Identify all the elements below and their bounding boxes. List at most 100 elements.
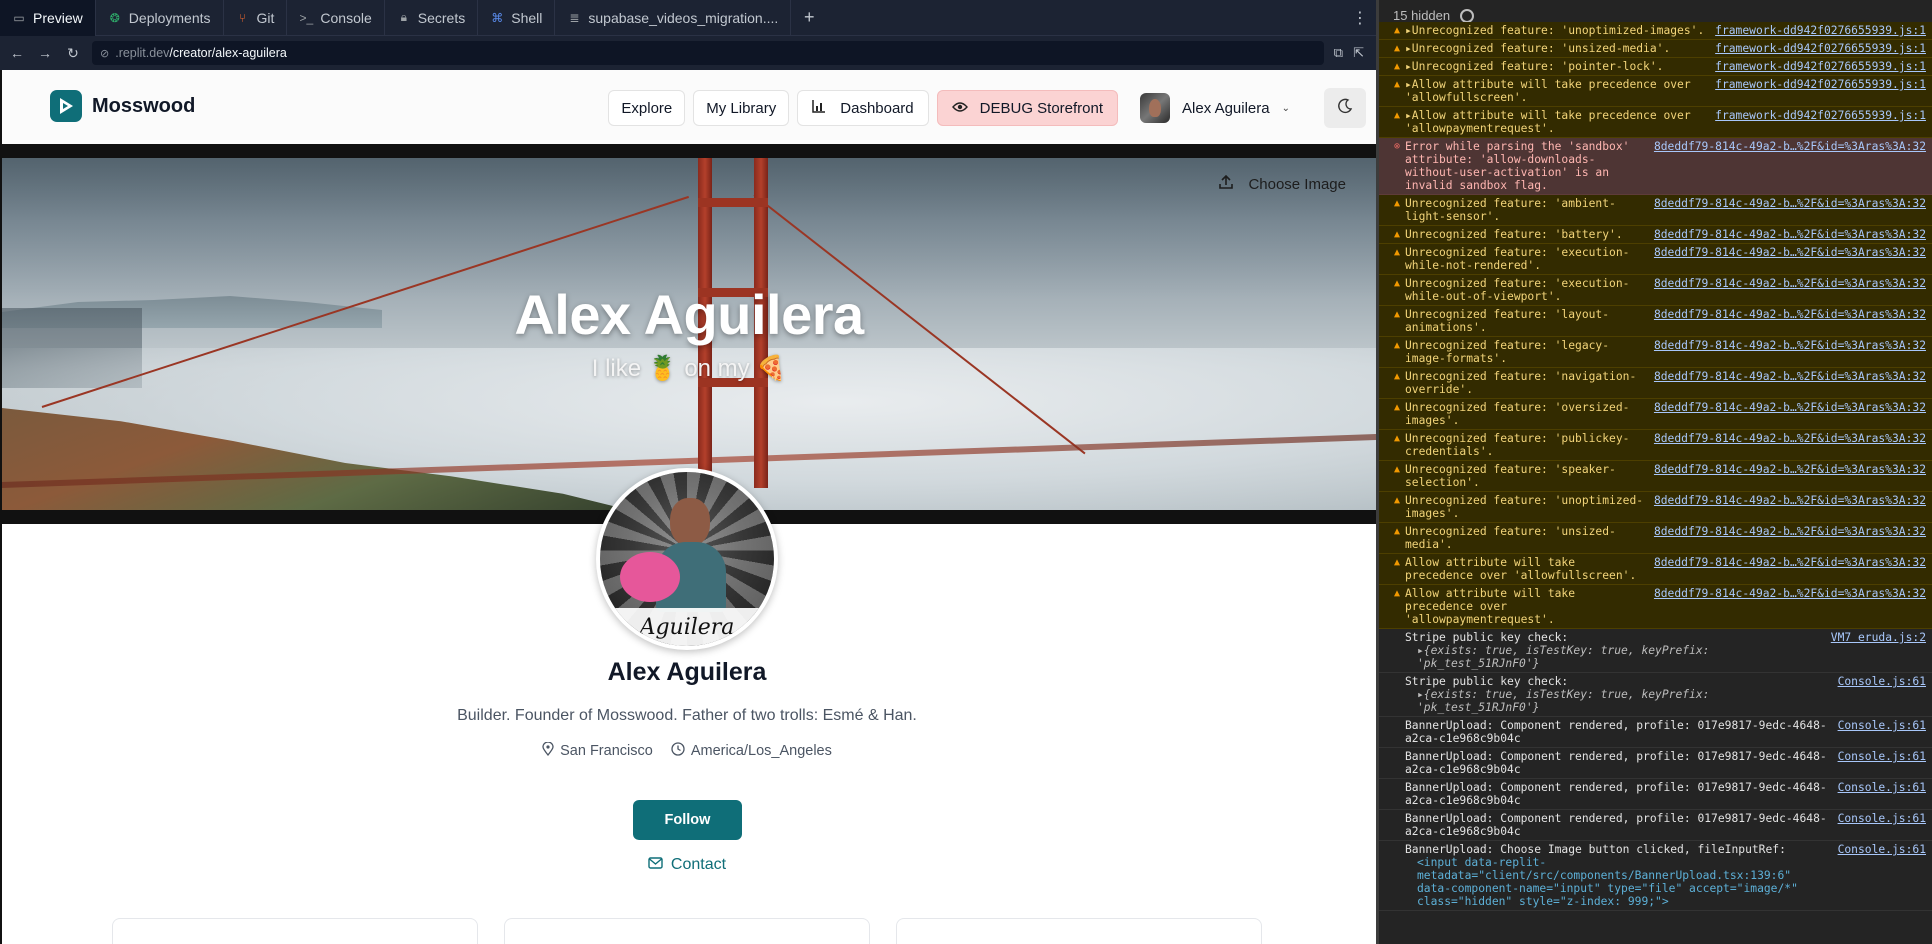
console-row-warn[interactable]: ▲ Unrecognized feature: 'unsized-media'. 8… (1379, 523, 1932, 554)
contact-link[interactable]: Contact (0, 856, 1374, 874)
add-tab-button[interactable]: + (791, 0, 827, 36)
avatar (1140, 93, 1171, 123)
more-options-icon[interactable]: ⋮ (1352, 0, 1368, 36)
devices-icon[interactable]: ⧉ (1334, 45, 1343, 61)
console-source-link[interactable]: 8deddf79-814c-49a2-b…%2F&id=%3Aras%3A:32 (1654, 277, 1926, 303)
follow-button[interactable]: Follow (633, 800, 742, 840)
console-source-link[interactable]: Console.js:61 (1838, 719, 1926, 745)
my-library-button[interactable]: My Library (693, 90, 790, 126)
console-source-link[interactable]: 8deddf79-814c-49a2-b…%2F&id=%3Aras%3A:32 (1654, 228, 1926, 241)
console-source-link[interactable]: 8deddf79-814c-49a2-b…%2F&id=%3Aras%3A:32 (1654, 494, 1926, 520)
console-row-warn[interactable]: ▲ ▸Allow attribute will take precedence o… (1379, 107, 1932, 138)
tab-preview[interactable]: ▭ Preview (0, 0, 96, 36)
content-card[interactable] (504, 918, 870, 944)
console-source-link[interactable]: 8deddf79-814c-49a2-b…%2F&id=%3Aras%3A:32 (1654, 339, 1926, 365)
console-row-log[interactable]: BannerUpload: Component rendered, profil… (1379, 810, 1932, 841)
console-object-preview[interactable]: ▸{exists: true, isTestKey: true, keyPref… (1405, 688, 1830, 714)
back-icon[interactable]: ← (8, 45, 26, 61)
user-menu[interactable]: Alex Aguilera ⌄ (1140, 90, 1300, 126)
console-row-warn[interactable]: ▲ Unrecognized feature: 'battery'. 8deddf7… (1379, 226, 1932, 244)
console-source-link[interactable]: 8deddf79-814c-49a2-b…%2F&id=%3Aras%3A:32 (1654, 370, 1926, 396)
explore-button[interactable]: Explore (608, 90, 686, 126)
reload-icon[interactable]: ↻ (64, 45, 82, 62)
console-row-warn[interactable]: ▲ ▸Unrecognized feature: 'unoptimized-ima… (1379, 22, 1932, 40)
console-source-link[interactable]: 8deddf79-814c-49a2-b…%2F&id=%3Aras%3A:32 (1654, 463, 1926, 489)
console-source-link[interactable]: 8deddf79-814c-49a2-b…%2F&id=%3Aras%3A:32 (1654, 587, 1926, 626)
open-new-tab-icon[interactable]: ⇱ (1353, 45, 1364, 61)
console-row-warn[interactable]: ▲ ▸Allow attribute will take precedence o… (1379, 76, 1932, 107)
console-row-log[interactable]: Stripe public key check: ▸{exists: true, … (1379, 673, 1932, 717)
eye-icon (951, 100, 968, 117)
tab-console[interactable]: >_ Console (287, 0, 385, 36)
console-object-preview[interactable]: ▸{exists: true, isTestKey: true, keyPref… (1405, 644, 1823, 670)
gear-icon[interactable] (1460, 8, 1475, 23)
console-source-link[interactable]: Console.js:61 (1838, 843, 1926, 908)
forward-icon[interactable]: → (36, 45, 54, 61)
console-source-link[interactable]: 8deddf79-814c-49a2-b…%2F&id=%3Aras%3A:32 (1654, 308, 1926, 334)
console-row-log[interactable]: BannerUpload: Component rendered, profil… (1379, 779, 1932, 810)
console-message: Unrecognized feature: 'legacy-image-form… (1405, 339, 1610, 365)
console-row-warn[interactable]: ▲ Unrecognized feature: 'navigation-overr… (1379, 368, 1932, 399)
console-row-warn[interactable]: ▲ Unrecognized feature: 'execution-while-… (1379, 275, 1932, 306)
console-message: ▸Unrecognized feature: 'unsized-media'. (1405, 42, 1671, 55)
tab-secrets[interactable]: 🔒︎ Secrets (385, 0, 479, 36)
content-card[interactable] (112, 918, 478, 944)
console-row-warn[interactable]: ▲ Allow attribute will take precedence ov… (1379, 554, 1932, 585)
console-message: BannerUpload: Component rendered, profil… (1405, 719, 1827, 745)
tab-file[interactable]: ≣ supabase_videos_migration.... (555, 0, 792, 36)
console-source-link[interactable]: 8deddf79-814c-49a2-b…%2F&id=%3Aras%3A:32 (1654, 140, 1926, 192)
console-source-link[interactable]: framework-dd942f0276655939.js:1 (1715, 109, 1926, 135)
url-input[interactable]: ⊘ .replit.dev/creator/alex-aguilera (92, 41, 1324, 65)
console-html-snippet[interactable]: <input data-replit-metadata="client/src/… (1405, 856, 1830, 908)
console-row-log[interactable]: BannerUpload: Component rendered, profil… (1379, 717, 1932, 748)
console-row-warn[interactable]: ▲ Unrecognized feature: 'oversized-images… (1379, 399, 1932, 430)
console-row-warn[interactable]: ▲ Unrecognized feature: 'publickey-creden… (1379, 430, 1932, 461)
console-message: Unrecognized feature: 'publickey-credent… (1405, 432, 1630, 458)
content-card[interactable] (896, 918, 1262, 944)
console-row-log[interactable]: Stripe public key check: ▸{exists: true, … (1379, 629, 1932, 673)
console-row-warn[interactable]: ▲ Unrecognized feature: 'layout-animation… (1379, 306, 1932, 337)
console-source-link[interactable]: Console.js:61 (1838, 675, 1926, 714)
console-row-err[interactable]: ⊗ Error while parsing the 'sandbox' attri… (1379, 138, 1932, 195)
console-source-link[interactable]: Console.js:61 (1838, 781, 1926, 807)
console-row-warn[interactable]: ▲ Unrecognized feature: 'execution-while-… (1379, 244, 1932, 275)
choose-image-button[interactable]: Choose Image (1218, 168, 1346, 200)
console-row-warn[interactable]: ▲ ▸Unrecognized feature: 'unsized-media'.… (1379, 40, 1932, 58)
console-source-link[interactable]: framework-dd942f0276655939.js:1 (1715, 60, 1926, 73)
chevron-down-icon: ⌄ (1281, 102, 1290, 114)
console-source-link[interactable]: 8deddf79-814c-49a2-b…%2F&id=%3Aras%3A:32 (1654, 197, 1926, 223)
console-source-link[interactable]: Console.js:61 (1838, 812, 1926, 838)
tab-deployments[interactable]: ❂ Deployments (96, 0, 224, 36)
console-row-warn[interactable]: ▲ ▸Unrecognized feature: 'pointer-lock'. f… (1379, 58, 1932, 76)
console-source-link[interactable]: framework-dd942f0276655939.js:1 (1715, 42, 1926, 55)
lock-icon: 🔒︎ (400, 10, 407, 24)
console-row-warn[interactable]: ▲ Unrecognized feature: 'unoptimized-imag… (1379, 492, 1932, 523)
console-message: BannerUpload: Component rendered, profil… (1405, 812, 1827, 838)
tab-shell[interactable]: ⌘ Shell (478, 0, 556, 36)
console-source-link[interactable]: 8deddf79-814c-49a2-b…%2F&id=%3Aras%3A:32 (1654, 525, 1926, 551)
warning-icon: ▲ (1393, 526, 1401, 537)
console-source-link[interactable]: Console.js:61 (1838, 750, 1926, 776)
console-source-link[interactable]: framework-dd942f0276655939.js:1 (1715, 78, 1926, 104)
tab-git[interactable]: ⑂ Git (224, 0, 288, 36)
theme-toggle-button[interactable] (1324, 88, 1366, 128)
console-source-link[interactable]: framework-dd942f0276655939.js:1 (1715, 24, 1926, 37)
warning-icon: ▲ (1393, 229, 1401, 240)
console-source-link[interactable]: 8deddf79-814c-49a2-b…%2F&id=%3Aras%3A:32 (1654, 246, 1926, 272)
console-row-log[interactable]: BannerUpload: Choose Image button clicke… (1379, 841, 1932, 911)
console-source-link[interactable]: VM7 eruda.js:2 (1831, 631, 1926, 670)
debug-storefront-button[interactable]: DEBUG Storefront (936, 90, 1119, 126)
console-source-link[interactable]: 8deddf79-814c-49a2-b…%2F&id=%3Aras%3A:32 (1654, 556, 1926, 582)
devtools-console: 15 hidden ▲ ▸Unrecognized feature: 'unopt… (1376, 0, 1932, 944)
log-gutter (1389, 750, 1405, 776)
debug-label: DEBUG Storefront (979, 99, 1104, 117)
console-row-warn[interactable]: ▲ Unrecognized feature: 'legacy-image-for… (1379, 337, 1932, 368)
console-row-warn[interactable]: ▲ Allow attribute will take precedence ov… (1379, 585, 1932, 629)
brand[interactable]: Mosswood (50, 90, 195, 122)
console-source-link[interactable]: 8deddf79-814c-49a2-b…%2F&id=%3Aras%3A:32 (1654, 432, 1926, 458)
console-row-warn[interactable]: ▲ Unrecognized feature: 'ambient-light-se… (1379, 195, 1932, 226)
console-row-warn[interactable]: ▲ Unrecognized feature: 'speaker-selectio… (1379, 461, 1932, 492)
dashboard-button[interactable]: Dashboard (797, 90, 929, 126)
console-row-log[interactable]: BannerUpload: Component rendered, profil… (1379, 748, 1932, 779)
console-source-link[interactable]: 8deddf79-814c-49a2-b…%2F&id=%3Aras%3A:32 (1654, 401, 1926, 427)
